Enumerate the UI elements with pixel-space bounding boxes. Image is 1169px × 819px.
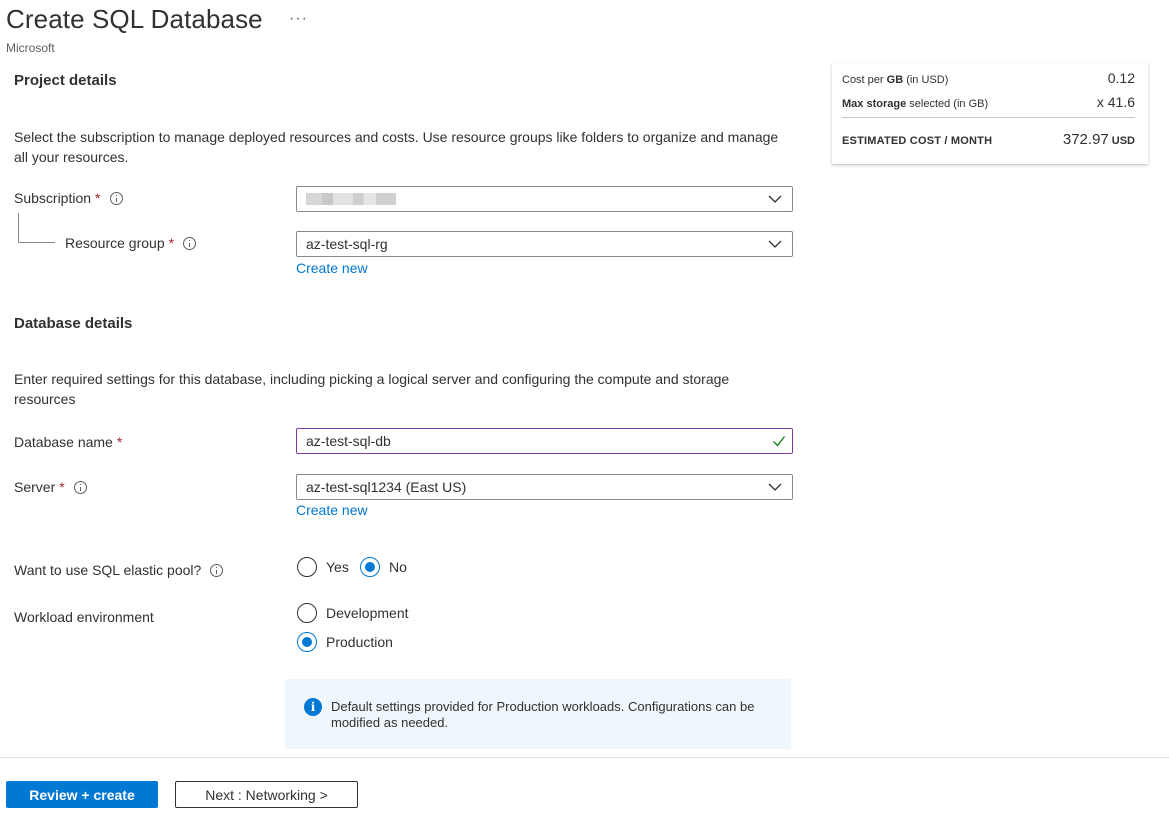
info-icon[interactable] [210,563,224,577]
database-name-input[interactable]: az-test-sql-db [296,428,793,454]
tree-connector [18,213,19,243]
radio-button-selected[interactable] [360,557,380,577]
subscription-label-text: Subscription [14,190,92,206]
max-storage-value: x 41.6 [1096,94,1135,110]
radio-label: Production [326,634,393,650]
server-dropdown[interactable]: az-test-sql1234 (East US) [296,474,793,500]
chevron-down-icon [768,240,782,248]
elastic-pool-yes-radio[interactable]: Yes [297,557,349,577]
elastic-pool-label-text: Want to use SQL elastic pool? [14,562,202,578]
checkmark-icon [773,436,786,447]
required-mark: * [95,190,101,206]
database-name-label: Database name * [14,434,122,450]
radio-label: Development [326,605,409,621]
cost-divider [842,117,1135,118]
project-details-heading: Project details [14,72,117,89]
production-info-banner: i Default settings provided for Producti… [285,679,791,749]
create-new-resource-group-link[interactable]: Create new [296,260,368,276]
elastic-pool-label: Want to use SQL elastic pool? [14,562,224,578]
radio-button-unselected[interactable] [297,603,317,623]
radio-button-unselected[interactable] [297,557,317,577]
cost-per-gb-value: 0.12 [1107,70,1135,86]
footer-divider [0,757,1169,758]
max-storage-label: Max storage selected (in GB) [842,98,989,110]
chevron-down-icon [768,483,782,491]
estimated-cost-amount: 372.97 USD [1062,131,1135,148]
info-circle-icon: i [304,698,322,716]
info-icon[interactable] [73,480,87,494]
info-icon[interactable] [183,236,197,250]
tree-connector [18,242,55,243]
resource-group-value: az-test-sql-rg [306,236,388,252]
max-storage-row: Max storage selected (in GB) x 41.6 [842,94,1135,110]
publisher-label: Microsoft [6,41,55,55]
workload-environment-label: Workload environment [14,609,154,625]
workload-environment-label-text: Workload environment [14,609,154,625]
workload-production-radio[interactable]: Production [297,632,393,652]
radio-button-selected[interactable] [297,632,317,652]
radio-label: Yes [326,559,349,575]
server-value: az-test-sql1234 (East US) [306,479,467,495]
required-mark: * [59,479,65,495]
chevron-down-icon [768,195,782,203]
info-icon[interactable] [109,191,123,205]
server-label: Server * [14,479,87,495]
database-name-label-text: Database name [14,434,113,450]
elastic-pool-no-radio[interactable]: No [360,557,407,577]
review-create-button[interactable]: Review + create [6,781,158,808]
page-title: Create SQL Database [6,4,263,34]
radio-label: No [389,559,407,575]
next-networking-button[interactable]: Next : Networking > [175,781,358,808]
cost-per-gb-row: Cost per GB (in USD) 0.12 [842,70,1135,86]
info-banner-text: Default settings provided for Production… [331,699,755,730]
cost-summary-card: Cost per GB (in USD) 0.12 Max storage se… [832,63,1148,164]
resource-group-dropdown[interactable]: az-test-sql-rg [296,231,793,257]
subscription-dropdown[interactable] [296,186,793,212]
database-name-value: az-test-sql-db [306,433,391,449]
resource-group-label-text: Resource group [65,235,165,251]
resource-group-label: Resource group * [65,235,197,251]
subscription-label: Subscription * [14,190,123,206]
more-options-button[interactable]: ··· [289,10,308,28]
estimated-cost-row: ESTIMATED COST / MONTH 372.97 USD [842,131,1135,148]
redacted-subscription-value [306,193,396,205]
cost-per-gb-label: Cost per GB (in USD) [842,74,949,86]
create-new-server-link[interactable]: Create new [296,502,368,518]
required-mark: * [168,235,175,251]
project-details-description: Select the subscription to manage deploy… [14,129,779,165]
estimated-cost-label: ESTIMATED COST / MONTH [842,135,993,147]
workload-development-radio[interactable]: Development [297,603,409,623]
required-mark: * [116,434,123,450]
database-details-description: Enter required settings for this databas… [14,371,730,407]
database-details-heading: Database details [14,315,133,332]
server-label-text: Server [14,479,56,495]
